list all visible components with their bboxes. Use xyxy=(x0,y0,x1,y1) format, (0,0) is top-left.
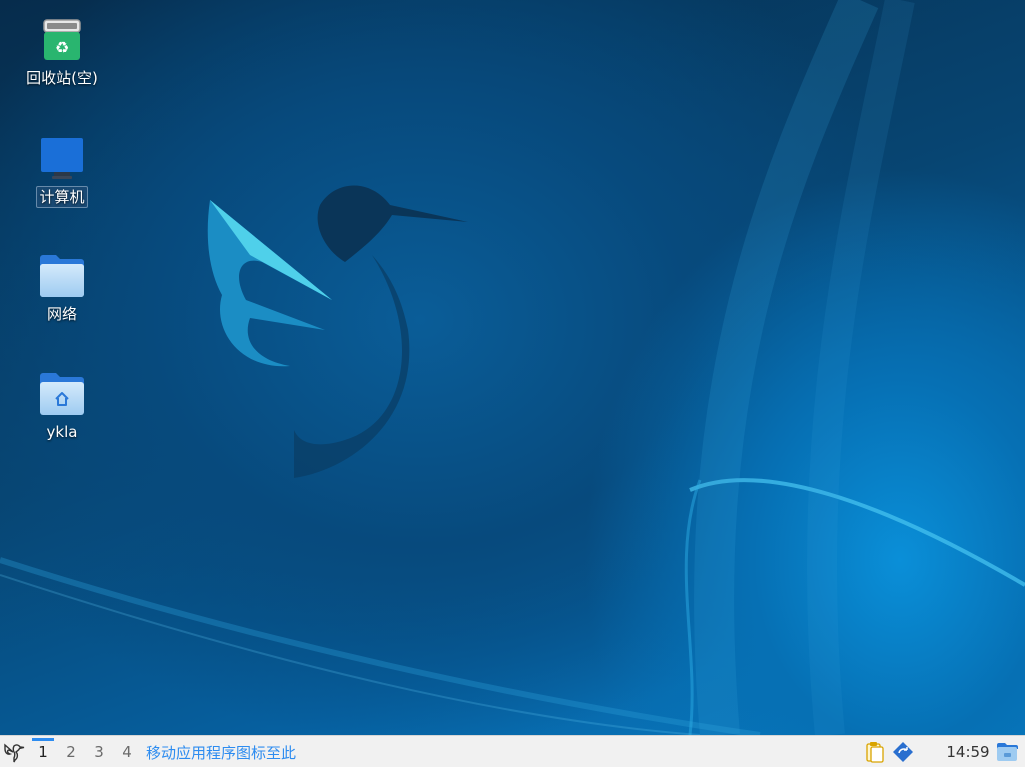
svg-text:♻: ♻ xyxy=(55,38,69,57)
taskbar: 1 2 3 4 移动应用程序图标至此 14:59 xyxy=(0,735,1025,767)
desktop-icon-computer[interactable]: 计算机 xyxy=(14,134,110,208)
tray-update-button[interactable] xyxy=(890,736,916,768)
computer-icon xyxy=(38,134,86,182)
desktop-icon-home[interactable]: ykla xyxy=(14,370,110,442)
desktop-icon-label: ykla xyxy=(46,423,78,441)
workspace-3[interactable]: 3 xyxy=(87,736,111,768)
clipboard-icon xyxy=(866,742,884,763)
desktop[interactable]: ♻ 回收站(空) 计算机 网络 ykla xyxy=(0,0,1025,735)
desktop-icon-network[interactable]: 网络 xyxy=(14,252,110,324)
network-folder-icon xyxy=(38,252,86,300)
home-folder-icon xyxy=(38,370,86,418)
start-menu-button[interactable] xyxy=(0,736,28,768)
workspace-4[interactable]: 4 xyxy=(115,736,139,768)
show-desktop-icon xyxy=(997,743,1018,761)
update-icon xyxy=(893,742,913,762)
wallpaper-bird-logo xyxy=(0,0,1025,735)
tray-clipboard-button[interactable] xyxy=(863,736,887,768)
clock[interactable]: 14:59 xyxy=(946,736,990,768)
show-desktop-button[interactable] xyxy=(995,736,1019,768)
desktop-icon-label: 回收站(空) xyxy=(26,69,98,87)
workspace-1[interactable]: 1 xyxy=(31,736,55,768)
desktop-icon-label: 网络 xyxy=(46,305,77,323)
trash-empty-icon: ♻ xyxy=(38,16,86,64)
bird-menu-icon xyxy=(4,743,25,763)
desktop-icon-label: 计算机 xyxy=(36,186,88,208)
desktop-icon-trash[interactable]: ♻ 回收站(空) xyxy=(14,16,110,88)
workspace-2[interactable]: 2 xyxy=(59,736,83,768)
task-area-hint: 移动应用程序图标至此 xyxy=(146,743,297,762)
